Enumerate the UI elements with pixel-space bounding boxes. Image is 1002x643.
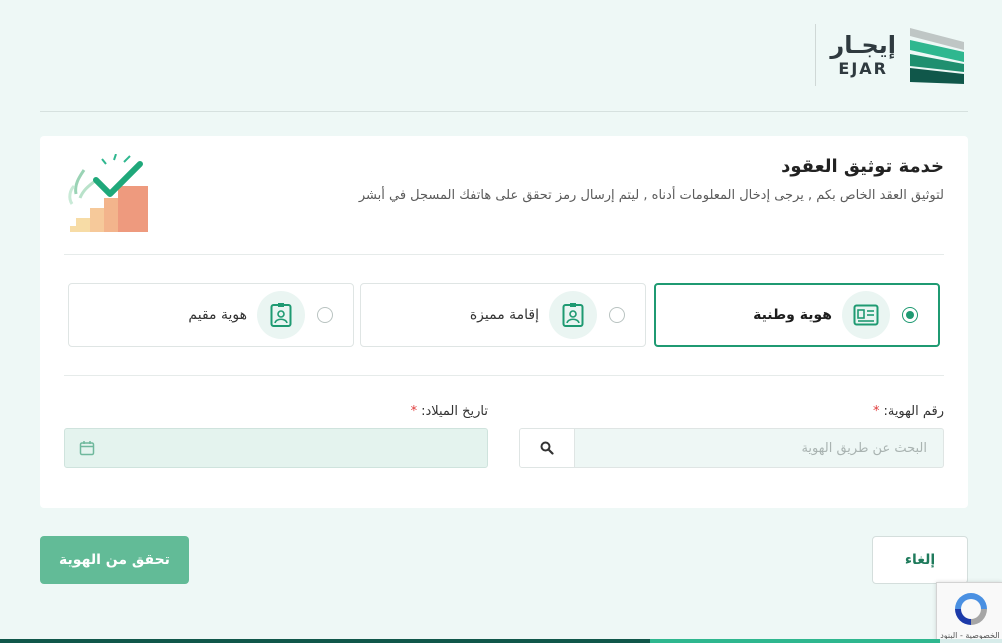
page-title: خدمة توثيق العقود: [781, 156, 944, 177]
calendar-icon[interactable]: [79, 440, 95, 456]
birth-date-label: تاريخ الميلاد:*: [411, 404, 488, 419]
search-icon: [540, 441, 554, 455]
logo-divider: [815, 24, 817, 86]
cancel-button[interactable]: إلغاء: [872, 536, 968, 584]
id-number-field: [519, 428, 944, 468]
option-label: هوية مقيم: [188, 307, 247, 323]
option-label: هوية وطنية: [753, 307, 832, 323]
footer-strip-dark: [0, 639, 650, 643]
contract-verification-card: خدمة توثيق العقود لتوثيق العقد الخاص بكم…: [40, 136, 968, 508]
required-marker: *: [410, 404, 418, 419]
birth-date-input[interactable]: [64, 428, 488, 468]
header-divider: [40, 111, 968, 112]
verify-identity-button[interactable]: تحقق من الهوية: [40, 536, 189, 584]
id-number-label: رقم الهوية:*: [873, 404, 944, 419]
recaptcha-icon: [955, 593, 987, 625]
section-divider: [64, 375, 944, 376]
footer-strip: [0, 639, 1002, 643]
option-label: إقامة مميزة: [469, 307, 539, 323]
footer-strip-light: [650, 639, 940, 643]
ejar-logo-mark-icon: [910, 28, 964, 84]
radio-button[interactable]: [609, 307, 625, 323]
birth-date-label-text: تاريخ الميلاد:: [421, 404, 488, 419]
radio-button[interactable]: [902, 307, 918, 323]
id-card-icon: [842, 291, 890, 339]
radio-button[interactable]: [317, 307, 333, 323]
recaptcha-badge[interactable]: الخصوصية - البنود: [936, 582, 1002, 643]
id-type-option-resident-id[interactable]: هوية مقيم: [68, 283, 354, 347]
required-marker: *: [872, 404, 880, 419]
ejar-logo: إيجـار EJAR: [815, 22, 968, 88]
id-type-option-national-id[interactable]: هوية وطنية: [654, 283, 940, 347]
logo-english-text: EJAR: [838, 59, 888, 78]
id-number-input[interactable]: [575, 428, 944, 468]
page-subtitle: لتوثيق العقد الخاص بكم , يرجى إدخال المع…: [358, 188, 944, 203]
search-button[interactable]: [519, 428, 575, 468]
stairs-checkmark-illustration-icon: [68, 154, 148, 232]
logo-arabic-text: إيجـار: [830, 31, 896, 59]
logo-text: إيجـار EJAR: [830, 31, 896, 79]
id-type-option-premium-residency[interactable]: إقامة مميزة: [360, 283, 646, 347]
badge-icon: [257, 291, 305, 339]
id-number-label-text: رقم الهوية:: [883, 404, 944, 419]
badge-icon: [549, 291, 597, 339]
section-divider: [64, 254, 944, 255]
